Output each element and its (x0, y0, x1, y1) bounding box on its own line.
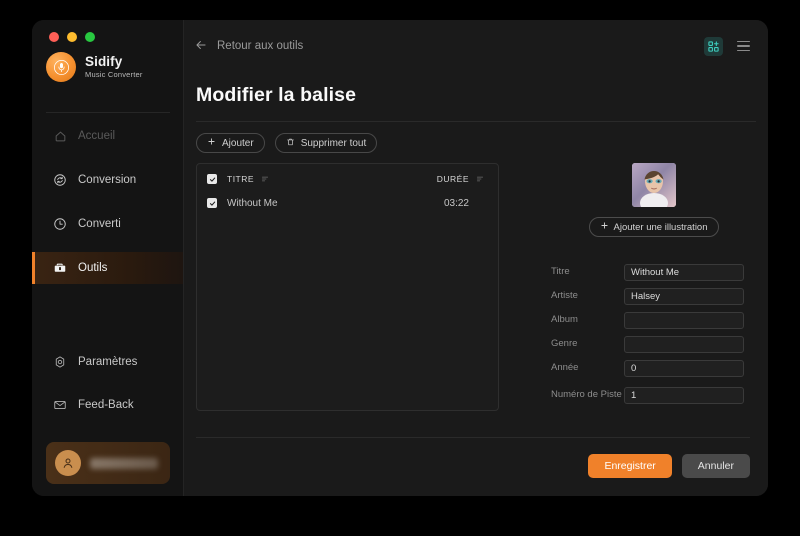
table-header-row: TITRE DURÉE (197, 168, 498, 190)
field-row-artiste: Artiste Halsey (551, 284, 756, 308)
clock-icon (52, 216, 68, 232)
brand-name: Sidify (85, 54, 123, 70)
field-label: Titre (551, 266, 570, 278)
footer-divider (196, 437, 750, 438)
column-header-titre[interactable]: TITRE (227, 174, 254, 184)
track-table: TITRE DURÉE Without Me 03:22 (196, 163, 499, 411)
sidebar-item-label: Outils (78, 262, 108, 274)
add-artwork-label: Ajouter une illustration (613, 221, 708, 233)
add-button[interactable]: Ajouter (196, 133, 265, 153)
row-title: Without Me (227, 197, 278, 209)
delete-all-button[interactable]: Supprimer tout (274, 133, 378, 153)
sidebar-nav: Accueil Conversion Converti Outils (32, 120, 183, 296)
genre-input[interactable] (624, 335, 744, 353)
sort-icon[interactable] (261, 175, 269, 183)
minimize-window-button[interactable] (67, 32, 77, 42)
field-label: Genre (551, 338, 578, 350)
row-checkbox[interactable] (207, 198, 217, 208)
plus-icon (600, 221, 609, 233)
field-row-numero-piste: Numéro de Piste 1 (551, 380, 756, 410)
sidebar-item-accueil[interactable]: Accueil (32, 120, 183, 152)
sidebar-item-label: Accueil (78, 130, 116, 142)
topbar: Retour aux outils (184, 20, 768, 72)
user-avatar-icon (55, 450, 81, 476)
field-row-titre: Titre Without Me (551, 260, 756, 284)
add-label: Ajouter (222, 137, 254, 149)
add-artwork-button[interactable]: Ajouter une illustration (588, 217, 719, 237)
desktop-background: Sidify Music Converter Accueil Conversio… (0, 0, 800, 536)
brand: Sidify Music Converter (46, 52, 143, 82)
grid-plus-icon[interactable] (704, 36, 723, 56)
sort-icon[interactable] (476, 175, 484, 183)
field-row-album: Album (551, 308, 756, 332)
back-to-tools-button[interactable]: Retour aux outils (194, 38, 303, 55)
sidebar-item-label: Paramètres (78, 356, 138, 368)
select-all-checkbox[interactable] (207, 174, 217, 184)
sidebar-item-parametres[interactable]: Paramètres (32, 346, 183, 378)
sidebar-item-label: Converti (78, 218, 121, 230)
numero-piste-input[interactable]: 1 (624, 386, 744, 404)
hamburger-menu-icon[interactable] (737, 40, 750, 52)
save-button[interactable]: Enregistrer (588, 454, 672, 478)
annee-input[interactable]: 0 (624, 359, 744, 377)
sidebar-item-outils[interactable]: Outils (32, 252, 183, 284)
trash-icon (286, 137, 295, 150)
field-label: Année (551, 362, 579, 374)
back-label: Retour aux outils (217, 40, 304, 52)
artiste-input[interactable]: Halsey (624, 287, 744, 305)
close-window-button[interactable] (49, 32, 59, 42)
sidebar-item-conversion[interactable]: Conversion (32, 164, 183, 196)
field-row-genre: Genre (551, 332, 756, 356)
tag-form: Titre Without Me Artiste Halsey Album Ge… (551, 260, 756, 410)
cancel-button[interactable]: Annuler (681, 454, 750, 478)
album-cover-image[interactable] (631, 163, 676, 207)
app-window: Sidify Music Converter Accueil Conversio… (32, 20, 768, 496)
delete-all-label: Supprimer tout (300, 137, 367, 149)
sidebar: Sidify Music Converter Accueil Conversio… (32, 20, 184, 496)
maximize-window-button[interactable] (85, 32, 95, 42)
account-card[interactable] (46, 442, 170, 484)
titre-input[interactable]: Without Me (624, 263, 744, 281)
row-duration: 03:22 (443, 197, 469, 209)
tag-editor-panel: Ajouter une illustration Titre Without M… (499, 163, 756, 411)
field-row-annee: Année 0 (551, 356, 756, 380)
album-input[interactable] (624, 311, 744, 329)
main-panel: Retour aux outils Modifier la balise Ajo… (184, 20, 768, 496)
plus-icon (207, 137, 216, 149)
sidebar-item-label: Conversion (78, 174, 137, 186)
sidebar-item-label: Feed-Back (78, 399, 134, 411)
content-area: TITRE DURÉE Without Me 03:22 Ajouter une… (184, 153, 768, 411)
sidebar-bottom-nav: Paramètres Feed-Back (32, 346, 183, 432)
gear-octagon-icon (52, 354, 68, 370)
page-title: Modifier la balise (196, 84, 357, 106)
table-row[interactable]: Without Me 03:22 (197, 192, 498, 214)
topbar-actions (704, 36, 750, 56)
refresh-circle-icon (52, 172, 68, 188)
window-controls (49, 32, 95, 42)
sidebar-item-feedback[interactable]: Feed-Back (32, 389, 183, 421)
brand-subtitle: Music Converter (85, 69, 143, 79)
sidebar-item-converti[interactable]: Converti (32, 208, 183, 240)
arrow-left-icon (194, 38, 208, 55)
account-name (90, 457, 158, 469)
home-icon (52, 128, 68, 144)
toolbar: Ajouter Supprimer tout (184, 122, 768, 153)
field-label: Numéro de Piste (551, 389, 622, 401)
field-label: Album (551, 314, 578, 326)
artwork-section: Ajouter une illustration (551, 163, 756, 237)
mail-icon (52, 397, 68, 413)
column-header-duree[interactable]: DURÉE (437, 174, 469, 184)
field-label: Artiste (551, 290, 578, 302)
sidebar-divider (46, 112, 170, 113)
sidify-logo-icon (46, 52, 76, 82)
footer-actions: Enregistrer Annuler (588, 454, 750, 478)
toolbox-icon (52, 260, 68, 276)
